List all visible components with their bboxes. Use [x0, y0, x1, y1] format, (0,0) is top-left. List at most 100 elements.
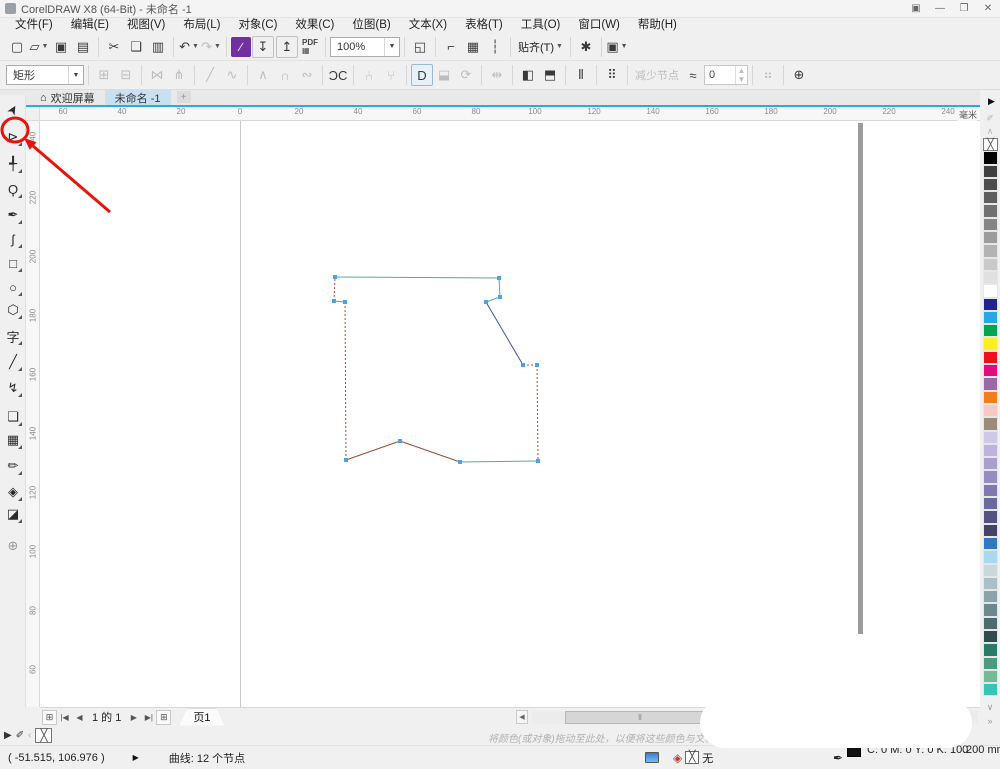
- convert-to-line-button[interactable]: ╱: [199, 64, 221, 86]
- elastic-mode-button[interactable]: ⦀: [570, 64, 592, 86]
- menu-help[interactable]: 帮助(H): [629, 18, 686, 33]
- ruler-origin-corner[interactable]: [26, 107, 40, 121]
- dimension-tool[interactable]: ╱: [3, 352, 23, 372]
- toolbar-overflow-icon[interactable]: ▶: [988, 96, 995, 107]
- account-badge-icon[interactable]: ▣: [904, 1, 928, 17]
- color-swatch[interactable]: [983, 577, 998, 590]
- color-swatch[interactable]: [983, 244, 998, 257]
- color-swatch[interactable]: [983, 165, 998, 178]
- color-swatch[interactable]: [983, 417, 998, 430]
- color-swatch[interactable]: [983, 204, 998, 217]
- color-swatch[interactable]: [983, 231, 998, 244]
- add-page-before-button[interactable]: ⊞: [42, 710, 57, 725]
- select-all-nodes-button[interactable]: ⠿: [601, 64, 623, 86]
- menu-edit[interactable]: 编辑(E): [62, 18, 118, 33]
- mesh-fill-tool[interactable]: ▦: [3, 430, 23, 450]
- color-swatch[interactable]: [983, 298, 998, 311]
- undo-button[interactable]: ↶▼: [178, 36, 200, 58]
- new-tab-button[interactable]: +: [177, 91, 191, 103]
- show-rulers-button[interactable]: ⌐: [440, 36, 462, 58]
- color-swatch[interactable]: [983, 337, 998, 350]
- show-guidelines-button[interactable]: ┆: [484, 36, 506, 58]
- text-tool[interactable]: 字: [3, 326, 23, 346]
- reverse-direction-button[interactable]: ƆC: [327, 64, 349, 86]
- tab-welcome-screen[interactable]: ⌂ 欢迎屏幕: [30, 90, 105, 105]
- color-swatch[interactable]: [983, 431, 998, 444]
- vertical-ruler[interactable]: 2402202001801601401201008060: [26, 121, 40, 707]
- color-swatch[interactable]: [983, 683, 998, 696]
- color-swatch[interactable]: [983, 391, 998, 404]
- color-swatch[interactable]: [983, 484, 998, 497]
- color-swatch[interactable]: [983, 377, 998, 390]
- shape-tool[interactable]: ⊳: [3, 127, 23, 147]
- open-button[interactable]: ▱▼: [28, 36, 50, 58]
- pick-tool[interactable]: ➤: [0, 96, 27, 123]
- symmetrical-node-button[interactable]: ∾: [296, 64, 318, 86]
- palette-expand-icon[interactable]: »: [982, 716, 998, 726]
- customize-toolbox-button[interactable]: ⊕: [3, 536, 23, 556]
- publish-pdf-button[interactable]: PDF▦: [299, 36, 321, 58]
- palette-edit-icon[interactable]: ✐: [982, 112, 998, 124]
- reflect-vertical-button[interactable]: ⬒: [539, 64, 561, 86]
- doc-palette-scroll-icon[interactable]: ‹: [28, 730, 31, 741]
- freehand-tool[interactable]: ʃ: [3, 229, 23, 249]
- fullscreen-preview-button[interactable]: ◱: [409, 36, 431, 58]
- color-swatch[interactable]: [983, 457, 998, 470]
- no-color-swatch[interactable]: ╳: [983, 138, 998, 151]
- next-page-button[interactable]: ▶: [126, 710, 141, 725]
- crop-tool[interactable]: ╃: [3, 154, 23, 174]
- proof-colors-icon[interactable]: [645, 752, 659, 763]
- color-swatch[interactable]: [983, 324, 998, 337]
- color-swatch[interactable]: [983, 218, 998, 231]
- page-tab[interactable]: 页1: [179, 709, 224, 726]
- break-curve-button[interactable]: ⋔: [168, 64, 190, 86]
- rotate-nodes-button[interactable]: ⟳: [455, 64, 477, 86]
- options-button[interactable]: ✱: [575, 36, 597, 58]
- stretch-nodes-button[interactable]: ⬓: [433, 64, 455, 86]
- color-swatch[interactable]: [983, 191, 998, 204]
- zoom-tool[interactable]: Ϙ: [3, 179, 23, 199]
- color-swatch[interactable]: [983, 470, 998, 483]
- doc-palette-no-color-swatch[interactable]: ╳: [35, 728, 52, 743]
- color-swatch[interactable]: [983, 524, 998, 537]
- delete-node-button[interactable]: ⊟: [115, 64, 137, 86]
- curve-smoothness-spinner[interactable]: 0▲▼: [704, 65, 748, 85]
- fill-none-swatch[interactable]: ╳: [685, 751, 699, 764]
- minimize-button[interactable]: —: [928, 1, 952, 17]
- last-page-button[interactable]: ▶|: [141, 710, 156, 725]
- cusp-node-button[interactable]: ∧: [252, 64, 274, 86]
- paste-button[interactable]: ▥: [147, 36, 169, 58]
- launcher-dropdown[interactable]: ▣▼: [606, 36, 628, 58]
- maximize-button[interactable]: ❐: [952, 1, 976, 17]
- menu-tools[interactable]: 工具(O): [512, 18, 570, 33]
- color-swatch[interactable]: [983, 351, 998, 364]
- color-swatch[interactable]: [983, 151, 998, 164]
- pen-tool[interactable]: ✒: [3, 205, 23, 225]
- connector-tool[interactable]: ↯: [3, 378, 23, 398]
- polygon-tool[interactable]: ⬡: [3, 300, 23, 320]
- close-button[interactable]: ✕: [976, 1, 1000, 17]
- interactive-fill-tool[interactable]: ◈: [3, 482, 23, 502]
- add-tool-button[interactable]: ⊕: [788, 64, 810, 86]
- menu-text[interactable]: 文本(X): [400, 18, 456, 33]
- curve-smoothness-icon[interactable]: ≈: [682, 64, 704, 86]
- status-expand-icon[interactable]: ▶: [133, 753, 139, 762]
- color-swatch[interactable]: [983, 444, 998, 457]
- fill-color-icon[interactable]: ◈: [673, 751, 682, 765]
- palette-collapse-icon[interactable]: ∧: [982, 125, 998, 137]
- color-swatch[interactable]: [983, 284, 998, 297]
- snap-to-dropdown[interactable]: 贴齐(T)▼: [515, 36, 566, 58]
- color-swatch[interactable]: [983, 404, 998, 417]
- ellipse-tool[interactable]: ○: [3, 277, 23, 297]
- color-swatch[interactable]: [983, 550, 998, 563]
- redo-button[interactable]: ↷▼: [200, 36, 222, 58]
- print-button[interactable]: ▤: [72, 36, 94, 58]
- eyedropper-tool[interactable]: ✏: [3, 456, 23, 476]
- menu-bitmaps[interactable]: 位图(B): [343, 18, 399, 33]
- tab-untitled-document[interactable]: 未命名 -1: [105, 90, 171, 105]
- menu-object[interactable]: 对象(C): [229, 18, 286, 33]
- color-swatch[interactable]: [983, 178, 998, 191]
- shape-select-combo[interactable]: 矩形▼: [6, 65, 84, 85]
- doc-palette-edit-icon[interactable]: ✐: [16, 730, 24, 741]
- color-swatch[interactable]: [983, 643, 998, 656]
